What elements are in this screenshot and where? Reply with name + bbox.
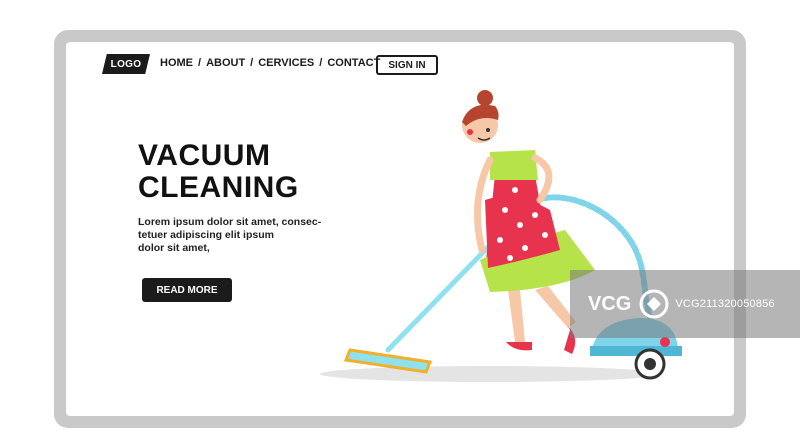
nav-item-services[interactable]: CERVICES [258, 57, 314, 69]
watermark: VCG VCG211320050856 [570, 270, 800, 338]
nav-separator: / [250, 57, 254, 69]
watermark-brand: VCG [588, 292, 632, 315]
floor-shadow [320, 366, 660, 382]
sign-in-button[interactable]: SIGN IN [376, 55, 438, 75]
hero-title-line-1: VACUUM [138, 139, 271, 172]
hero-body-line: Lorem ipsum dolor sit amet, consec- [138, 216, 322, 228]
woman-vacuuming-illustration [320, 90, 682, 382]
read-more-button[interactable]: READ MORE [142, 278, 232, 302]
hero-body-text: Lorem ipsum dolor sit amet, consec- tetu… [138, 216, 322, 255]
nav-item-contact[interactable]: CONTACT [327, 57, 380, 69]
hero-title-line-2: CLEANING [138, 171, 299, 204]
nav-item-about[interactable]: ABOUT [206, 57, 245, 69]
nav-separator: / [319, 57, 323, 69]
hero-body-line: dolor sit amet, [138, 242, 210, 254]
nav-item-home[interactable]: HOME [160, 57, 193, 69]
head [462, 90, 499, 143]
main-nav: HOME / ABOUT / CERVICES / CONTACT [160, 57, 380, 69]
legs [506, 286, 576, 354]
nav-separator: / [198, 57, 202, 69]
watermark-logo-icon [639, 289, 669, 319]
logo[interactable]: LOGO [102, 54, 150, 74]
watermark-id: VCG211320050856 [675, 298, 775, 310]
hero-body-line: tetuer adipiscing elit ipsum [138, 229, 274, 241]
hero-title: VACUUM CLEANING [138, 140, 299, 204]
